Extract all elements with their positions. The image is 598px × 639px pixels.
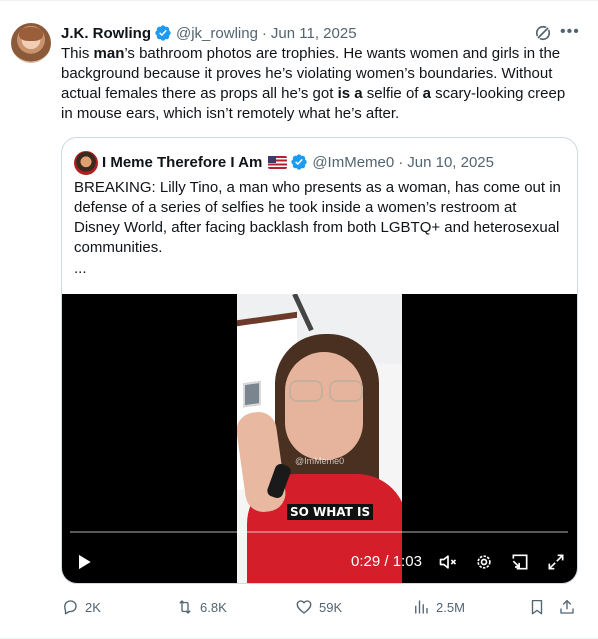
repost-icon — [179, 600, 191, 614]
quoted-author-avatar[interactable] — [74, 151, 98, 175]
bookmark-icon — [531, 599, 543, 615]
author-avatar[interactable] — [11, 23, 51, 63]
quoted-tweet-header: I Meme Therefore I Am @ImMeme0 · Jun 10,… — [102, 151, 494, 173]
video-frame: @ImMeme0 SO WHAT IS — [237, 294, 402, 583]
repost-button[interactable]: 6.8K — [176, 597, 227, 617]
post-segment: This — [61, 45, 94, 62]
verified-badge-icon — [291, 154, 308, 170]
quoted-post-text: BREAKING: Lilly Tino, a man who presents… — [74, 179, 561, 256]
quoted-author-name[interactable]: I Meme Therefore I Am — [102, 154, 262, 171]
more-icon[interactable]: ••• — [560, 23, 579, 43]
header-separator: · — [261, 24, 267, 42]
post-segment-bold: is a — [337, 85, 363, 102]
quoted-post-date[interactable]: Jun 10, 2025 — [407, 154, 494, 171]
video-watermark: @ImMeme0 — [295, 456, 345, 466]
person-face — [285, 352, 363, 460]
glasses — [287, 380, 363, 402]
video-time-separator: / — [380, 553, 393, 570]
play-icon[interactable] — [74, 552, 94, 572]
share-icon — [560, 599, 574, 614]
quoted-header-separator: · — [398, 153, 404, 171]
reply-count: 2K — [85, 599, 101, 615]
bookmark-button[interactable] — [528, 597, 552, 617]
like-button[interactable]: 59K — [295, 597, 342, 617]
tweet-header: J.K. Rowling @jk_rowling · Jun 11, 2025 — [61, 23, 357, 43]
author-handle[interactable]: @jk_rowling — [176, 25, 258, 42]
tweet[interactable]: J.K. Rowling @jk_rowling · Jun 11, 2025 … — [0, 0, 598, 639]
like-count: 59K — [319, 599, 343, 615]
reply-button[interactable]: 2K — [61, 597, 101, 617]
post-segment-bold: man — [93, 45, 125, 62]
quoted-author-handle[interactable]: @ImMeme0 — [312, 154, 394, 171]
views-button[interactable]: 2.5M — [412, 597, 465, 617]
video-progress-bar[interactable] — [70, 531, 568, 533]
author-name[interactable]: J.K. Rowling — [61, 25, 151, 42]
post-segment: selfie of — [362, 85, 423, 102]
mute-icon[interactable] — [438, 552, 458, 572]
post-segment-bold: a — [422, 85, 431, 102]
reply-icon — [64, 600, 77, 615]
video-time: 0:29 / 1:03 — [351, 552, 422, 572]
quoted-tweet[interactable]: I Meme Therefore I Am @ImMeme0 · Jun 10,… — [61, 137, 578, 584]
video-caption: SO WHAT IS — [287, 504, 374, 520]
repost-count: 6.8K — [200, 599, 227, 615]
grok-icon[interactable] — [533, 23, 553, 43]
us-flag-icon — [268, 155, 288, 169]
heart-icon — [296, 600, 312, 614]
gear-icon[interactable] — [474, 552, 494, 572]
video-player[interactable]: @ImMeme0 SO WHAT IS 0:29 / 1:03 — [62, 294, 577, 583]
fullscreen-icon[interactable] — [546, 552, 566, 572]
video-controls: 0:29 / 1:03 — [62, 550, 577, 574]
views-count: 2.5M — [436, 599, 465, 615]
picture-in-picture-icon[interactable] — [510, 552, 530, 572]
share-button[interactable] — [558, 597, 582, 617]
views-icon — [415, 600, 428, 614]
video-current-time: 0:29 — [351, 553, 381, 570]
window — [243, 380, 261, 408]
post-date[interactable]: Jun 11, 2025 — [271, 25, 357, 42]
verified-badge-icon — [155, 25, 171, 41]
post-text: This man’s bathroom photos are trophies.… — [61, 44, 581, 124]
video-duration: 1:03 — [392, 553, 422, 570]
action-bar: 2K 6.8K 59K 2.5M — [61, 597, 581, 617]
quoted-post-ellipsis: ... — [74, 260, 87, 277]
